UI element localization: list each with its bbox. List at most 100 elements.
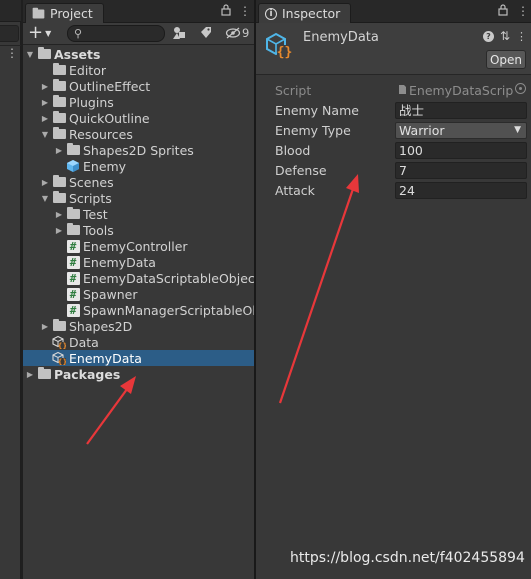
inspector-tabbar: i Inspector ⋮ <box>256 0 531 23</box>
chevron-down-icon: ▼ <box>45 28 52 38</box>
property-label: Defense <box>275 163 327 178</box>
search-input[interactable]: ⚲ <box>67 25 165 42</box>
csharp-script-icon: # <box>66 287 80 301</box>
presets-icon[interactable]: ⇅ <box>500 29 510 43</box>
project-toolbar: + ▼ ⚲ 9 <box>23 23 254 45</box>
property-label: Blood <box>275 143 311 158</box>
context-menu-icon[interactable]: ⋮ <box>516 30 527 43</box>
hidden-packages-toggle[interactable]: 9 <box>225 26 249 40</box>
tab-inspector[interactable]: i Inspector <box>258 3 352 23</box>
tree-item[interactable]: # EnemyData <box>54 254 156 270</box>
tree-item-label: EnemyController <box>83 238 188 254</box>
folder-icon <box>52 63 66 77</box>
tree-item[interactable]: ▶ Shapes2D Sprites <box>54 142 194 158</box>
property-row: Enemy Name 战士 <box>256 102 531 120</box>
help-icon[interactable]: ? <box>482 30 494 42</box>
tree-item[interactable]: ▼ Assets <box>25 46 101 62</box>
collapsed-arrow-icon[interactable]: ▶ <box>25 370 35 379</box>
tree-item[interactable]: # Spawner <box>54 286 138 302</box>
collapsed-arrow-icon[interactable]: ▶ <box>40 178 50 187</box>
property-label: Enemy Type <box>275 123 351 138</box>
collapsed-arrow-icon[interactable]: ▶ <box>54 226 64 235</box>
left-strip-field[interactable] <box>0 25 19 42</box>
filter-by-label-icon[interactable] <box>199 25 213 41</box>
tree-item-selected[interactable]: {}EnemyData <box>23 350 254 366</box>
collapsed-arrow-icon[interactable]: ▶ <box>54 210 64 219</box>
object-picker-icon[interactable] <box>515 83 526 94</box>
collapsed-arrow-icon[interactable]: ▶ <box>40 114 50 123</box>
watermark: https://blog.csdn.net/f402455894 <box>290 550 525 566</box>
tree-item-label: Scripts <box>69 190 112 206</box>
svg-text:{}: {} <box>58 358 66 365</box>
folder-icon <box>52 127 66 141</box>
script-file-icon <box>398 83 407 98</box>
expanded-arrow-icon[interactable]: ▼ <box>25 50 35 59</box>
property-value-field[interactable]: 战士 <box>395 102 527 119</box>
plus-icon: + <box>28 22 44 43</box>
tree-item-label: Shapes2D Sprites <box>83 142 194 158</box>
filter-by-type-icon[interactable] <box>172 25 188 41</box>
project-tabbar: Project ⋮ <box>23 0 254 23</box>
folder-icon <box>52 191 66 205</box>
tree-item-label: Spawner <box>83 286 138 302</box>
enemy-type-dropdown[interactable]: Warrior ▼ <box>395 122 527 139</box>
folder-icon <box>52 95 66 109</box>
property-row: Script EnemyDataScrip <box>256 82 531 100</box>
property-label: Attack <box>275 183 315 198</box>
tree-item[interactable]: # SpawnManagerScriptableObje <box>54 302 271 318</box>
tree-item[interactable]: ▼ Scripts <box>40 190 112 206</box>
left-panel-strip: ⋮ <box>0 0 21 579</box>
kebab-menu-icon[interactable]: ⋮ <box>6 47 18 59</box>
tree-item-label: Assets <box>54 46 101 62</box>
tree-item[interactable]: ▶ Shapes2D <box>40 318 132 334</box>
collapsed-arrow-icon[interactable]: ▶ <box>40 98 50 107</box>
chevron-down-icon: ▼ <box>514 125 521 135</box>
expanded-arrow-icon[interactable]: ▼ <box>40 130 50 139</box>
tree-item-label: Resources <box>69 126 133 142</box>
collapsed-arrow-icon[interactable]: ▶ <box>40 322 50 331</box>
create-button[interactable]: + ▼ <box>28 24 51 42</box>
project-panel: Project ⋮ + ▼ ⚲ 9 ▼ Assets Editor ▶ OutlineE… <box>23 0 271 579</box>
tree-item[interactable]: ▶ OutlineEffect <box>40 78 150 94</box>
header-actions: ? ⇅ ⋮ <box>482 29 527 43</box>
tree-item[interactable]: # EnemyDataScriptableObject <box>54 270 260 286</box>
tab-project[interactable]: Project <box>25 3 104 23</box>
tree-item[interactable]: {}Data <box>40 334 99 350</box>
panel-menu-icon[interactable]: ⋮ <box>517 4 529 18</box>
tree-item[interactable]: Editor <box>40 62 106 78</box>
tree-item[interactable]: ▶ Packages <box>25 366 120 382</box>
lock-icon[interactable] <box>221 4 231 19</box>
expanded-arrow-icon[interactable]: ▼ <box>40 194 50 203</box>
lock-icon[interactable] <box>498 4 508 19</box>
tree-item[interactable]: ▶ Tools <box>54 222 114 238</box>
tree-item[interactable]: ▶ QuickOutline <box>40 110 150 126</box>
property-value: 24 <box>399 183 415 198</box>
panel-menu-icon[interactable]: ⋮ <box>239 4 251 18</box>
inspector-header: {} EnemyData ? ⇅ ⋮ Open <box>256 23 531 75</box>
property-row: Enemy Type Warrior ▼ <box>256 122 531 140</box>
csharp-script-icon: # <box>66 303 80 317</box>
property-value-field[interactable]: 7 <box>395 162 527 179</box>
property-value-field[interactable]: 24 <box>395 182 527 199</box>
tree-item-label: EnemyData <box>69 350 142 366</box>
tree-item[interactable]: # EnemyController <box>54 238 188 254</box>
property-value-field[interactable]: 100 <box>395 142 527 159</box>
folder-icon <box>37 47 51 61</box>
tree-item[interactable]: ▶ Test <box>54 206 108 222</box>
collapsed-arrow-icon[interactable]: ▶ <box>54 146 64 155</box>
collapsed-arrow-icon[interactable]: ▶ <box>40 82 50 91</box>
tree-item[interactable]: ▼ Resources <box>40 126 133 142</box>
property-row: Attack 24 <box>256 182 531 200</box>
tree-item-label: Plugins <box>69 94 114 110</box>
tree-item[interactable]: Enemy <box>54 158 126 174</box>
property-value: 战士 <box>399 103 425 118</box>
tree-item[interactable]: ▶ Scenes <box>40 174 114 190</box>
csharp-script-icon: # <box>66 271 80 285</box>
search-icon: ⚲ <box>74 27 83 40</box>
tab-inspector-label: Inspector <box>282 6 341 21</box>
property-label: Enemy Name <box>275 103 359 118</box>
open-button[interactable]: Open <box>486 50 526 69</box>
svg-text:{}: {} <box>58 342 66 349</box>
tree-item[interactable]: ▶ Plugins <box>40 94 114 110</box>
svg-text:{}: {} <box>277 45 293 60</box>
